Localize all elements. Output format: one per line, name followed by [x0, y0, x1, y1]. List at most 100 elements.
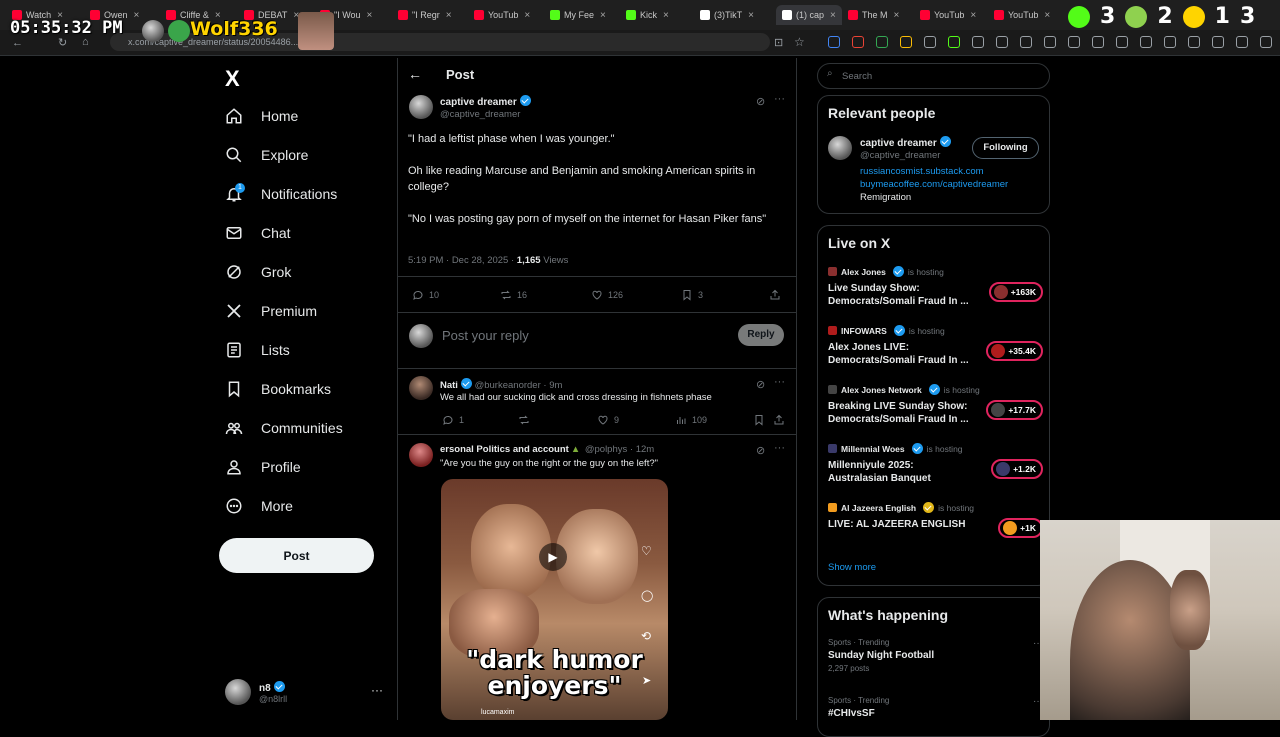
bookmark-action[interactable] — [753, 414, 765, 426]
reply-action[interactable]: 10 — [412, 289, 439, 301]
person-name[interactable]: captive dreamer — [860, 136, 951, 149]
like-action[interactable]: 126 — [591, 289, 623, 301]
listener-count-badge[interactable]: +17.7K — [986, 400, 1043, 420]
extension-icon[interactable] — [948, 36, 960, 48]
live-item[interactable]: Alex Jones Network is hosting Breaking LIV… — [828, 384, 1043, 426]
tab-close-icon[interactable]: × — [446, 10, 452, 21]
extension-icon[interactable] — [876, 36, 888, 48]
trend-item[interactable]: Sports · Trending #CHIvsSF ··· — [828, 696, 1043, 719]
tab-close-icon[interactable]: × — [1044, 10, 1050, 21]
live-item[interactable]: Al Jazeera English is hosting LIVE: AL JAZ… — [828, 502, 1043, 538]
nav-more[interactable]: More — [225, 497, 293, 515]
bio-link-coffee[interactable]: buymeacoffee.com/captivedreamer — [860, 179, 1008, 190]
more-dots-icon[interactable]: ··· — [774, 376, 785, 388]
comment-icon[interactable]: ◯ — [641, 589, 653, 602]
tab-close-icon[interactable]: × — [367, 10, 373, 21]
extension-icon[interactable] — [1236, 36, 1248, 48]
more-dots-icon[interactable]: ··· — [774, 442, 785, 454]
reply-action[interactable]: 1 — [442, 414, 464, 426]
listener-count-badge[interactable]: +35.4K — [986, 341, 1043, 361]
nav-grok[interactable]: Grok — [225, 263, 291, 281]
extension-icon[interactable] — [1044, 36, 1056, 48]
extension-icon[interactable] — [828, 36, 840, 48]
nav-communities[interactable]: Communities — [225, 419, 343, 437]
more-dots-icon[interactable]: ··· — [371, 683, 383, 697]
reply-input[interactable]: Post your reply — [442, 328, 529, 343]
browser-tab[interactable]: (1) cap × — [776, 5, 842, 25]
nav-premium[interactable]: Premium — [225, 302, 317, 320]
extension-icon[interactable] — [924, 36, 936, 48]
browser-tab[interactable]: Kick × — [626, 5, 694, 25]
person-handle[interactable]: @captive_dreamer — [860, 150, 940, 161]
compose-post-button[interactable]: Post — [219, 538, 374, 573]
repost-action[interactable]: 16 — [500, 289, 527, 301]
extension-icon[interactable] — [1068, 36, 1080, 48]
grok-explain-icon[interactable]: ⊘ — [756, 444, 765, 457]
extension-icon[interactable] — [1260, 36, 1272, 48]
tab-close-icon[interactable]: × — [134, 10, 140, 21]
tab-close-icon[interactable]: × — [663, 10, 669, 21]
reply-handle[interactable]: @polphys · 12m — [585, 444, 654, 455]
grok-explain-icon[interactable]: ⊘ — [756, 378, 765, 391]
share-action[interactable] — [769, 289, 781, 301]
account-switcher[interactable]: n8 @n8lrll ··· — [225, 675, 385, 709]
show-more-link[interactable]: Show more — [828, 562, 876, 573]
extension-icon[interactable] — [1164, 36, 1176, 48]
reply-author[interactable]: Nati — [440, 380, 458, 391]
live-item[interactable]: Alex Jones is hosting Live Sunday Show: Dem… — [828, 266, 1043, 308]
reply-author[interactable]: ersonal Politics and account — [440, 444, 569, 455]
back-arrow-icon[interactable]: ← — [12, 37, 23, 49]
browser-tab[interactable]: YouTub × — [474, 5, 544, 25]
listener-count-badge[interactable]: +1K — [998, 518, 1043, 538]
nav-explore[interactable]: Explore — [225, 146, 308, 164]
extension-icon[interactable] — [1116, 36, 1128, 48]
reply-avatar[interactable] — [409, 443, 433, 467]
back-arrow-icon[interactable]: ← — [408, 66, 422, 82]
browser-tab[interactable]: YouTub × — [994, 5, 1064, 25]
tab-close-icon[interactable]: × — [830, 10, 836, 21]
tab-close-icon[interactable]: × — [600, 10, 606, 21]
like-action[interactable]: 9 — [597, 414, 619, 426]
browser-tab[interactable]: (3)TikT × — [700, 5, 770, 25]
reply-avatar[interactable] — [409, 376, 433, 400]
bookmark-action[interactable]: 3 — [681, 289, 703, 301]
bio-link-substack[interactable]: russiancosmist.substack.com — [860, 166, 984, 177]
heart-icon[interactable]: ♡ — [641, 544, 652, 558]
share-action[interactable] — [773, 414, 785, 426]
nav-profile[interactable]: Profile — [225, 458, 301, 476]
browser-tab[interactable]: My Fee × — [550, 5, 620, 25]
extension-icon[interactable] — [852, 36, 864, 48]
author-avatar[interactable] — [409, 95, 433, 119]
extension-icon[interactable] — [1020, 36, 1032, 48]
x-logo-icon[interactable]: X — [225, 66, 240, 92]
extension-icon[interactable] — [900, 36, 912, 48]
extension-icon[interactable] — [1212, 36, 1224, 48]
browser-tab[interactable]: YouTub × — [920, 5, 988, 25]
video-player[interactable]: ▶ "dark humor enjoyers" lucamaxim ♡ ◯ ⟲ … — [441, 479, 668, 720]
nav-bookmarks[interactable]: Bookmarks — [225, 380, 331, 398]
extension-icon[interactable] — [972, 36, 984, 48]
live-item[interactable]: INFOWARS is hosting Alex Jones LIVE: Democr… — [828, 325, 1043, 367]
install-app-icon[interactable]: ⊡ — [774, 36, 783, 49]
extension-icon[interactable] — [1188, 36, 1200, 48]
tab-close-icon[interactable]: × — [748, 10, 754, 21]
nav-chat[interactable]: Chat — [225, 224, 291, 242]
views-action[interactable]: 109 — [675, 414, 707, 426]
tab-close-icon[interactable]: × — [970, 10, 976, 21]
bookmark-star-icon[interactable]: ☆ — [794, 35, 805, 49]
listener-count-badge[interactable]: +1.2K — [991, 459, 1043, 479]
extension-icon[interactable] — [996, 36, 1008, 48]
tab-close-icon[interactable]: × — [524, 10, 530, 21]
tweet-author[interactable]: captive dreamer — [440, 95, 531, 108]
reply-handle[interactable]: @burkeanorder · 9m — [475, 380, 563, 391]
tweet-handle[interactable]: @captive_dreamer — [440, 109, 520, 120]
repost-action[interactable] — [518, 414, 530, 426]
share-icon[interactable]: ➤ — [642, 674, 651, 687]
live-item[interactable]: Millennial Woes is hosting Millenniyule 20… — [828, 443, 1043, 485]
more-dots-icon[interactable]: ··· — [774, 93, 785, 105]
browser-tab[interactable]: The M × — [848, 5, 914, 25]
listener-count-badge[interactable]: +163K — [988, 282, 1043, 302]
repost-icon[interactable]: ⟲ — [641, 629, 651, 643]
trend-item[interactable]: Sports · Trending Sunday Night Football … — [828, 638, 1043, 673]
grok-explain-icon[interactable]: ⊘ — [756, 95, 765, 108]
